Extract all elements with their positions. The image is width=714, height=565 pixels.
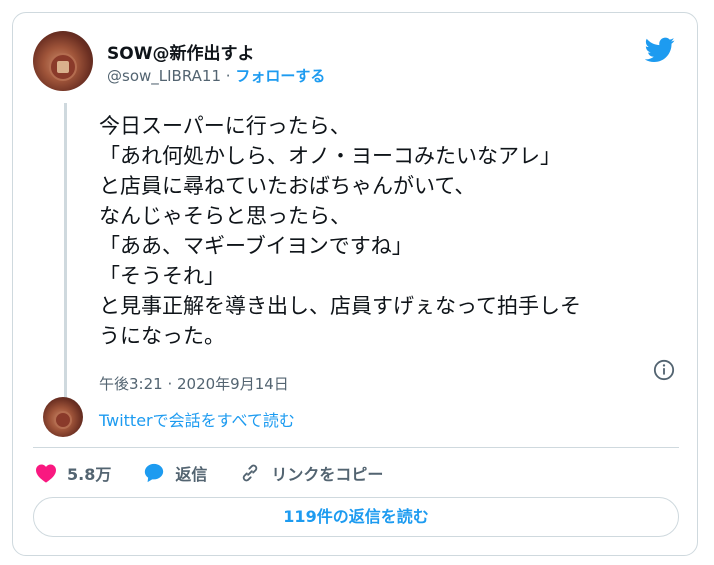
read-conversation-link[interactable]: Twitterで会話をすべて読む xyxy=(99,407,295,431)
user-display-name[interactable]: SOW@新作出すよ xyxy=(107,39,254,64)
avatar[interactable] xyxy=(33,31,93,91)
tweet-text-line: 「ああ、マギーブイヨンですね」 xyxy=(99,234,413,258)
heart-icon xyxy=(36,464,56,483)
tweet-text-line: と見事正解を導き出し、店員すげぇなって拍手しそ xyxy=(99,294,581,318)
like-button[interactable]: 5.8万 xyxy=(35,461,111,485)
reply-button[interactable]: 返信 xyxy=(143,461,207,485)
copy-link-label: リンクをコピー xyxy=(271,465,384,484)
divider xyxy=(33,447,679,448)
conversation-avatar[interactable] xyxy=(43,397,83,437)
read-replies-button[interactable]: 119件の返信を読む xyxy=(33,497,679,537)
user-handle[interactable]: @sow_LIBRA11 xyxy=(107,67,221,85)
follow-button[interactable]: フォローする xyxy=(235,67,325,85)
copy-link-button[interactable]: リンクをコピー xyxy=(239,461,383,485)
link-icon xyxy=(243,464,258,482)
tweet-embed-card: SOW@新作出すよ @sow_LIBRA11 · フォローする 今日スーパーに行… xyxy=(12,12,698,556)
tweet-timestamp[interactable]: 午後3:21 · 2020年9月14日 xyxy=(99,373,289,394)
tweet-text-line: うになった。 xyxy=(99,324,225,348)
tweet-text: 今日スーパーに行ったら、 「あれ何処かしら、オノ・ヨーコみたいなアレ」 と店員に… xyxy=(99,111,689,351)
tweet-text-line: 「あれ何処かしら、オノ・ヨーコみたいなアレ」 xyxy=(99,144,561,168)
like-count: 5.8万 xyxy=(67,465,112,484)
tweet-text-line: と店員に尋ねていたおばちゃんがいて、 xyxy=(99,174,476,198)
user-handle-row: @sow_LIBRA11 · フォローする xyxy=(107,65,325,86)
twitter-bird-icon[interactable] xyxy=(645,37,675,63)
thread-line xyxy=(64,103,67,401)
separator-dot: · xyxy=(225,67,231,85)
tweet-text-line: なんじゃそらと思ったら、 xyxy=(99,204,351,228)
reply-bubble-icon xyxy=(145,463,164,483)
tweet-text-line: 「そうそれ」 xyxy=(99,264,225,288)
tweet-text-line: 今日スーパーに行ったら、 xyxy=(99,114,351,138)
info-icon[interactable] xyxy=(653,359,675,381)
reply-label: 返信 xyxy=(175,465,208,484)
action-bar: 5.8万 返信 リンクをコピー xyxy=(35,461,415,485)
